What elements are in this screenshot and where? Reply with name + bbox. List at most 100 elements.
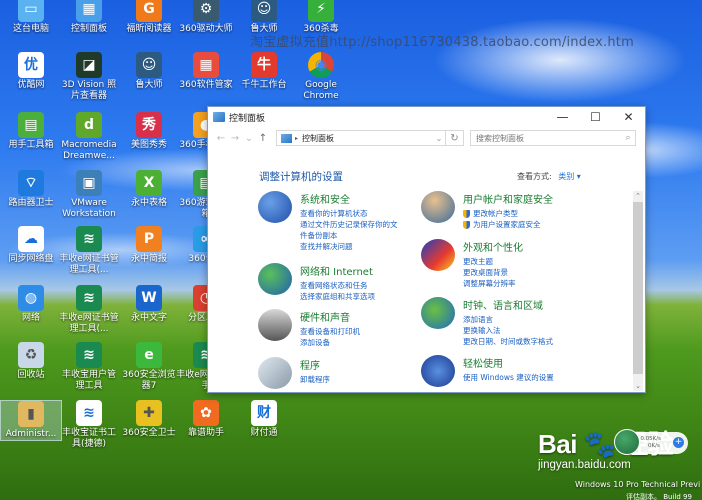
clock-language-icon[interactable] — [421, 297, 455, 329]
desktop-icon[interactable]: ◉ Google Chrome — [290, 52, 352, 102]
scrollbar-thumb[interactable] — [633, 202, 643, 374]
desktop-icon[interactable]: ▭ 这台电脑 — [0, 0, 62, 35]
category-link[interactable]: 更改日期、时间或数字格式 — [463, 336, 553, 347]
category-title[interactable]: 轻松使用 — [463, 355, 554, 370]
category-link[interactable]: 更改帐户类型 — [463, 208, 553, 219]
desktop-icon[interactable]: ▦ 360软件管家 — [175, 52, 237, 91]
category-title[interactable]: 硬件和声音 — [300, 309, 360, 324]
up-button[interactable]: ↑ — [256, 133, 270, 144]
category-link[interactable]: 添加语言 — [463, 314, 553, 325]
category-title[interactable]: 用户帐户和家庭安全 — [463, 191, 553, 206]
category-link[interactable]: 更改桌面背景 — [463, 267, 523, 278]
minimize-button[interactable]: — — [546, 107, 579, 127]
desktop-icon[interactable]: ☺ 鲁大师 — [118, 52, 180, 91]
desktop-icon[interactable]: 优优酷网 — [0, 52, 62, 91]
desktop-icon[interactable]: ≋ 丰收宝证书工具(捷德) — [58, 400, 120, 450]
scroll-up-icon[interactable]: ⌃ — [633, 191, 643, 201]
category-link-text[interactable]: 更改帐户类型 — [473, 208, 518, 219]
category-title[interactable]: 程序 — [300, 357, 330, 372]
category-link[interactable]: 调整屏幕分辨率 — [463, 278, 523, 289]
scroll-down-icon[interactable]: ⌄ — [633, 381, 643, 391]
desktop-icon[interactable]: 财财付通 — [233, 400, 295, 439]
view-by-dropdown[interactable]: 类别 ▾ — [558, 172, 581, 181]
desktop-icon[interactable]: ✚ 360安全卫士 — [118, 400, 180, 439]
category-link-text[interactable]: 查看你的计算机状态 — [300, 208, 368, 219]
desktop-icon[interactable]: G 福昕阅读器 — [118, 0, 180, 35]
expand-plus-icon[interactable]: + — [673, 437, 684, 448]
vertical-scrollbar[interactable]: ⌃ ⌄ — [633, 191, 643, 391]
desktop-icon[interactable]: X 永中表格 — [118, 170, 180, 209]
category-link[interactable]: 件备份副本 — [300, 230, 398, 241]
category-link-text[interactable]: 为用户设置家庭安全 — [473, 219, 541, 230]
category-title[interactable]: 外观和个性化 — [463, 239, 523, 254]
category-title[interactable]: 系统和安全 — [300, 191, 398, 206]
desktop-icon[interactable]: ≋ 丰收宝用户管理工具 — [58, 342, 120, 392]
category-link-text[interactable]: 更改日期、时间或数字格式 — [463, 336, 553, 347]
search-input[interactable] — [476, 133, 621, 143]
category-title[interactable]: 时钟、语言和区域 — [463, 297, 553, 312]
category-link[interactable]: 更改主题 — [463, 256, 523, 267]
system-security-icon[interactable] — [258, 191, 292, 223]
desktop-icon[interactable]: d Macromedia Dreamwe... — [58, 112, 120, 162]
desktop-icon[interactable]: ⌔ 路由器卫士 — [0, 170, 62, 209]
category-link[interactable]: 卸载程序 — [300, 374, 330, 385]
category-link[interactable]: 选择家庭组和共享选项 — [300, 291, 375, 302]
desktop-icon[interactable]: ☺ 鲁大师 — [233, 0, 295, 35]
category-link[interactable]: 为用户设置家庭安全 — [463, 219, 553, 230]
desktop-icon[interactable]: ✿ 靠谱助手 — [175, 400, 237, 439]
desktop-icon[interactable]: ▣ VMware Workstation — [58, 170, 120, 220]
category-link-text[interactable]: 调整屏幕分辨率 — [463, 278, 516, 289]
back-button[interactable]: ← — [214, 133, 228, 144]
category-link-text[interactable]: 更改桌面背景 — [463, 267, 508, 278]
maximize-button[interactable]: ☐ — [579, 107, 612, 127]
category-link-text[interactable]: 卸载程序 — [300, 374, 330, 385]
category-link-text[interactable]: 通过文件历史记录保存你的文 — [300, 219, 398, 230]
user-accounts-icon[interactable] — [421, 191, 455, 223]
category-link-text[interactable]: 更换输入法 — [463, 325, 501, 336]
ease-of-access-icon[interactable] — [421, 355, 455, 387]
category-link[interactable]: 查看你的计算机状态 — [300, 208, 398, 219]
category-link[interactable]: 查看网络状态和任务 — [300, 280, 375, 291]
desktop-icon[interactable]: ☁ 同步网络盘 — [0, 226, 62, 265]
close-button[interactable]: ✕ — [612, 107, 645, 127]
hardware-sound-icon[interactable] — [258, 309, 292, 341]
desktop-icon[interactable]: W 永中文字 — [118, 285, 180, 324]
appearance-icon[interactable] — [421, 239, 455, 271]
network-speed-widget[interactable]: ↑ 0.05K/s 0K/s + — [614, 429, 688, 455]
category-link[interactable]: 使用 Windows 建议的设置 — [463, 372, 554, 383]
category-link-text[interactable]: 选择家庭组和共享选项 — [300, 291, 375, 302]
category-link-text[interactable]: 查找并解决问题 — [300, 241, 353, 252]
category-link-text[interactable]: 添加设备 — [300, 337, 330, 348]
desktop-icon[interactable]: P 永中简报 — [118, 226, 180, 265]
network-internet-icon[interactable] — [258, 263, 292, 295]
category-title[interactable]: 网络和 Internet — [300, 263, 375, 278]
category-link-text[interactable]: 更改主题 — [463, 256, 493, 267]
category-link-text[interactable]: 件备份副本 — [300, 230, 338, 241]
desktop-icon[interactable]: 秀美图秀秀 — [118, 112, 180, 151]
category-link-text[interactable]: 查看网络状态和任务 — [300, 280, 368, 291]
category-link[interactable]: 查看设备和打印机 — [300, 326, 360, 337]
forward-button[interactable]: → — [228, 133, 242, 144]
desktop-icon[interactable]: e 360安全浏览器7 — [118, 342, 180, 392]
category-link-text[interactable]: 添加语言 — [463, 314, 493, 325]
refresh-button[interactable]: ↻ — [446, 130, 464, 146]
desktop-icon[interactable]: ♻ 回收站 — [0, 342, 62, 381]
breadcrumb-control-panel[interactable]: 控制面板 — [302, 133, 433, 144]
desktop-icon[interactable]: 牛千牛工作台 — [233, 52, 295, 91]
desktop-icon[interactable]: ≋ 丰收e网证书管理工具(... — [58, 285, 120, 335]
programs-icon[interactable] — [258, 357, 292, 389]
desktop-icon[interactable]: ≋ 丰收e网证书管理工具(... — [58, 226, 120, 276]
address-dropdown-icon[interactable]: ⌄ — [433, 134, 445, 143]
desktop-icon[interactable]: ◍ 网络 — [0, 285, 62, 324]
desktop-icon[interactable]: ⚡ 360杀毒 — [290, 0, 352, 35]
category-link-text[interactable]: 查看设备和打印机 — [300, 326, 360, 337]
recent-locations-button[interactable]: ⌄ — [242, 133, 256, 144]
category-link[interactable]: 更换输入法 — [463, 325, 553, 336]
category-link[interactable]: 添加设备 — [300, 337, 360, 348]
search-box[interactable]: ⌕ — [470, 130, 636, 146]
search-icon[interactable]: ⌕ — [621, 133, 635, 143]
category-link[interactable]: 查找并解决问题 — [300, 241, 398, 252]
desktop-icon[interactable]: ▤ 用手工具箱 — [0, 112, 62, 151]
category-link[interactable]: 通过文件历史记录保存你的文 — [300, 219, 398, 230]
address-bar[interactable]: ▸ 控制面板 ⌄ — [276, 130, 446, 146]
